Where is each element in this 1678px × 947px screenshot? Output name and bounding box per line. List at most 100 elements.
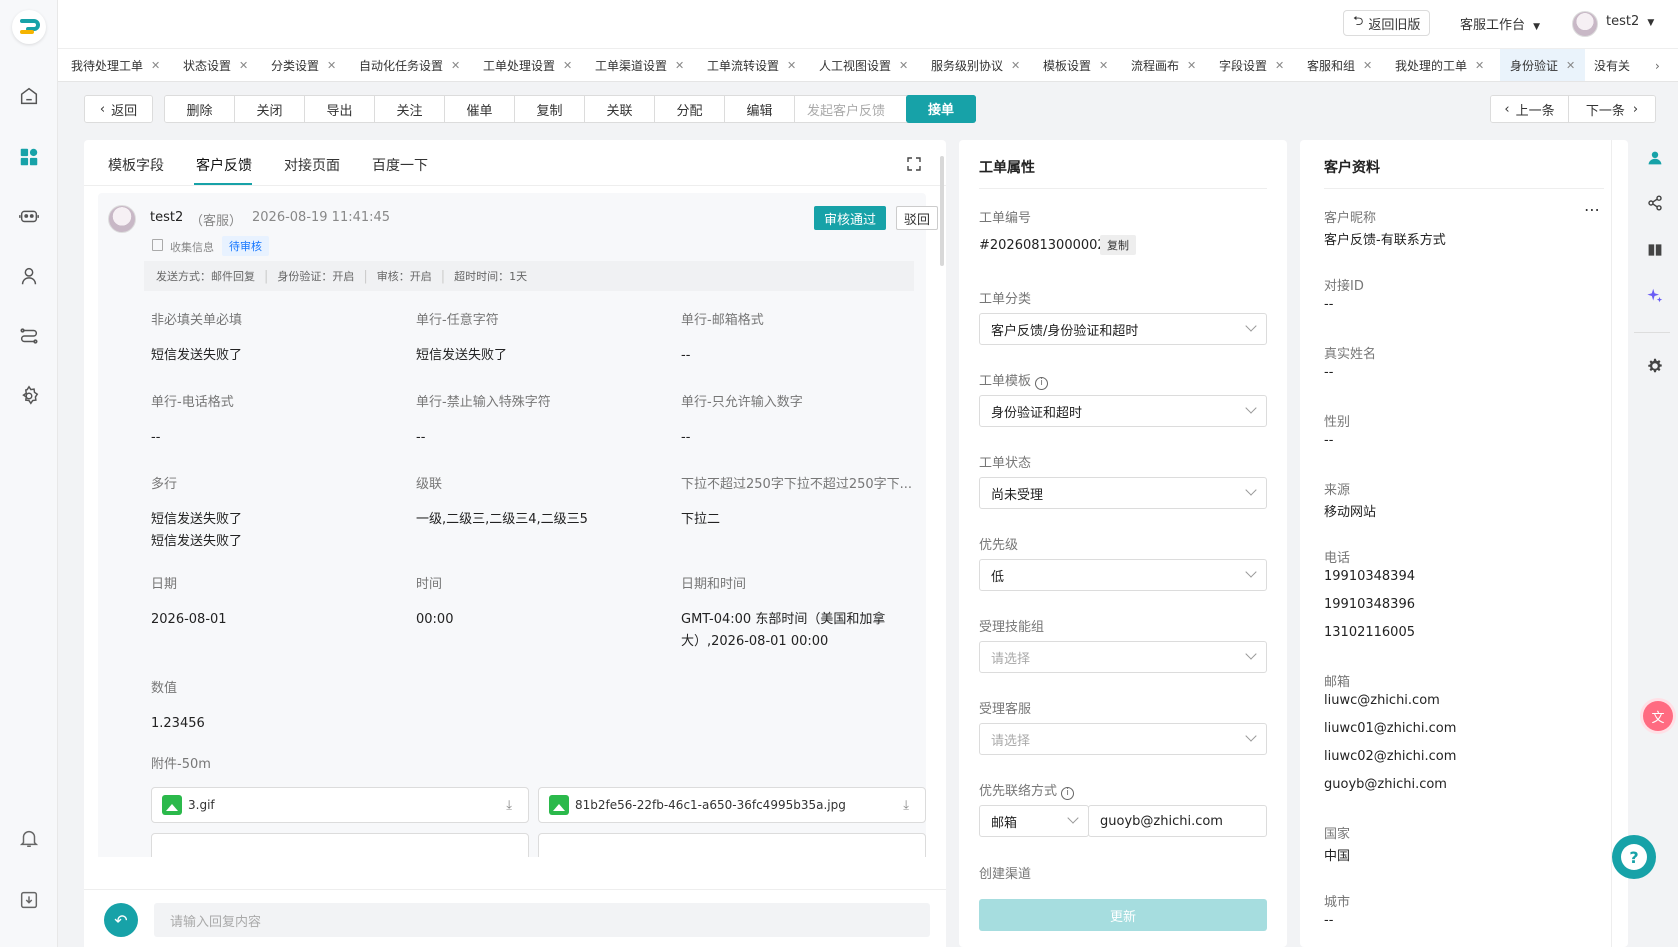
accept-ticket-button[interactable]: 接单 — [906, 95, 976, 123]
contact-value-input[interactable]: guoyb@zhichi.com — [1088, 805, 1267, 837]
apps-icon[interactable] — [17, 145, 41, 169]
user-avatar[interactable] — [1572, 11, 1598, 37]
close-icon[interactable]: ✕ — [675, 59, 684, 72]
close-icon[interactable]: ✕ — [1475, 59, 1484, 72]
email-value[interactable]: liuwc02@zhichi.com — [1324, 749, 1456, 764]
status-select[interactable]: 尚未受理 — [979, 477, 1267, 509]
tab-automation-settings[interactable]: 自动化任务设置 ✕ — [354, 49, 465, 81]
assign-button[interactable]: 分配 — [655, 96, 725, 122]
email-value[interactable]: liuwc01@zhichi.com — [1324, 721, 1456, 736]
update-button[interactable]: 更新 — [979, 899, 1267, 931]
tab-ticket-handling-settings[interactable]: 工单处理设置 ✕ — [478, 49, 577, 81]
close-icon[interactable]: ✕ — [327, 59, 336, 72]
close-icon[interactable]: ✕ — [1011, 59, 1020, 72]
email-value[interactable]: liuwc@zhichi.com — [1324, 693, 1440, 708]
download-box-icon[interactable] — [17, 888, 41, 912]
approve-button[interactable]: 审核通过 — [814, 206, 886, 230]
help-icon[interactable]: ? — [1612, 835, 1656, 879]
back-old-version-button[interactable]: ⮌ 返回旧版 — [1343, 10, 1431, 36]
tab-overflow[interactable]: 没有关 — [1589, 49, 1649, 81]
close-icon[interactable]: ✕ — [563, 59, 572, 72]
reply-icon[interactable]: ↶ — [104, 903, 138, 937]
field-value: 大）,2026-08-01 00:00 — [681, 634, 829, 649]
priority-select[interactable]: 低 — [979, 559, 1267, 591]
phone-value[interactable]: 13102116005 — [1324, 625, 1415, 640]
export-button[interactable]: 导出 — [305, 96, 375, 122]
attachment-item[interactable] — [151, 833, 529, 857]
tab-baidu[interactable]: 百度一下 — [372, 155, 428, 175]
template-select[interactable]: 身份验证和超时 — [979, 395, 1267, 427]
next-button[interactable]: 下一条 › — [1569, 96, 1655, 122]
copy-button[interactable]: 复制 — [515, 96, 585, 122]
tab-field-settings[interactable]: 字段设置 ✕ — [1214, 49, 1289, 81]
agent-icon[interactable] — [17, 264, 41, 288]
delete-button[interactable]: 删除 — [165, 96, 235, 122]
reject-button[interactable]: 驳回 — [896, 206, 938, 230]
workspace-menu[interactable]: 客服工作台 ▼ — [1460, 14, 1540, 33]
tab-docking-page[interactable]: 对接页面 — [284, 155, 340, 175]
tab-pending-tickets[interactable]: 我待处理工单 ✕ — [66, 49, 165, 81]
fullscreen-icon[interactable] — [907, 157, 921, 171]
app-logo[interactable] — [12, 10, 46, 44]
tab-template-fields[interactable]: 模板字段 — [108, 155, 164, 175]
home-icon[interactable] — [17, 84, 41, 108]
robot-icon[interactable] — [17, 204, 41, 228]
contact-type-select[interactable]: 邮箱 — [979, 805, 1089, 837]
attachment-item[interactable]: 81b2fe56-22fb-46c1-a650-36fc4995b35a.jpg… — [538, 787, 926, 823]
close-icon[interactable]: ✕ — [1187, 59, 1196, 72]
download-icon[interactable]: ⤓ — [506, 798, 512, 813]
gear-icon[interactable] — [1645, 356, 1665, 376]
close-icon[interactable]: ✕ — [1275, 59, 1284, 72]
tab-flow-canvas[interactable]: 流程画布 ✕ — [1126, 49, 1201, 81]
back-button[interactable]: ‹ 返回 — [84, 95, 153, 123]
close-icon[interactable]: ✕ — [451, 59, 460, 72]
tab-flow-settings[interactable]: 工单流转设置 ✕ — [702, 49, 801, 81]
share-nodes-icon[interactable] — [1645, 193, 1665, 213]
tab-customer-feedback[interactable]: 客户反馈 — [196, 155, 252, 175]
close-icon[interactable]: ✕ — [899, 59, 908, 72]
tab-agents-groups[interactable]: 客服和组 ✕ — [1302, 49, 1377, 81]
agent-select[interactable]: 请选择 — [979, 723, 1267, 755]
tab-category-settings[interactable]: 分类设置 ✕ — [266, 49, 341, 81]
prev-button[interactable]: ‹ 上一条 — [1491, 96, 1569, 122]
book-icon[interactable] — [1645, 240, 1665, 260]
user-menu[interactable]: test2 ▼ — [1606, 14, 1654, 29]
more-icon[interactable]: ⋯ — [1584, 200, 1601, 219]
close-icon[interactable]: ✕ — [1566, 59, 1575, 72]
edit-button[interactable]: 编辑 — [725, 96, 795, 122]
bell-icon[interactable] — [17, 826, 41, 850]
customer-profile-icon[interactable] — [1645, 148, 1665, 168]
request-feedback-button[interactable]: 发起客户反馈 — [795, 96, 897, 122]
urge-button[interactable]: 催单 — [445, 96, 515, 122]
link-button[interactable]: 关联 — [585, 96, 655, 122]
follow-button[interactable]: 关注 — [375, 96, 445, 122]
reply-input[interactable]: 请输入回复内容 — [154, 903, 930, 937]
tab-identity-verification[interactable]: 身份验证 ✕ — [1500, 49, 1586, 81]
tab-view-settings[interactable]: 人工视图设置 ✕ — [814, 49, 913, 81]
tab-sla[interactable]: 服务级别协议 ✕ — [926, 49, 1025, 81]
tab-channel-settings[interactable]: 工单渠道设置 ✕ — [590, 49, 689, 81]
attachment-item[interactable]: 3.gif ⤓ — [151, 787, 529, 823]
category-select[interactable]: 客户反馈/身份验证和超时 — [979, 313, 1267, 345]
ai-sparkle-icon[interactable] — [1645, 286, 1665, 306]
tab-my-handled[interactable]: 我处理的工单 ✕ — [1390, 49, 1489, 81]
close-icon[interactable]: ✕ — [151, 59, 160, 72]
email-value[interactable]: guoyb@zhichi.com — [1324, 777, 1447, 792]
tab-status-settings[interactable]: 状态设置 ✕ — [178, 49, 253, 81]
close-icon[interactable]: ✕ — [239, 59, 248, 72]
tab-template-settings[interactable]: 模板设置 ✕ — [1038, 49, 1113, 81]
close-icon[interactable]: ✕ — [787, 59, 796, 72]
phone-value[interactable]: 19910348396 — [1324, 597, 1415, 612]
copy-id-button[interactable]: 复制 — [1100, 235, 1136, 255]
skill-group-select[interactable]: 请选择 — [979, 641, 1267, 673]
close-icon[interactable]: ✕ — [1363, 59, 1372, 72]
phone-value[interactable]: 19910348394 — [1324, 569, 1415, 584]
settings-icon[interactable] — [17, 384, 41, 408]
flow-icon[interactable] — [17, 324, 41, 348]
tab-scroll-right[interactable]: › — [1650, 49, 1665, 81]
attachment-item[interactable] — [538, 833, 926, 857]
download-icon[interactable]: ⤓ — [903, 798, 909, 813]
translate-icon[interactable]: 文 — [1643, 701, 1673, 731]
close-ticket-button[interactable]: 关闭 — [235, 96, 305, 122]
close-icon[interactable]: ✕ — [1099, 59, 1108, 72]
